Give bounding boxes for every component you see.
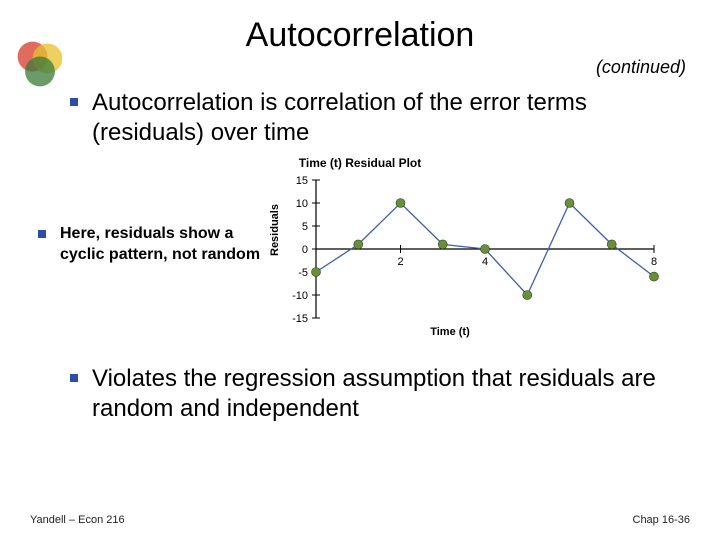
bullet-side: Here, residuals show a cyclic pattern, n… [38,224,268,266]
footer: Yandell – Econ 216 Chap 16-36 [0,514,720,526]
bullet-main: Autocorrelation is correlation of the er… [70,88,680,148]
svg-text:10: 10 [296,198,308,210]
bullet-icon [70,98,78,106]
residual-plot: -15 -10 -5 0 5 10 15 2 4 8 [282,174,662,324]
svg-text:0: 0 [302,244,308,256]
mid-row: Here, residuals show a cyclic pattern, n… [30,174,690,324]
svg-text:2: 2 [397,256,403,268]
bullet-main-text: Autocorrelation is correlation of the er… [92,88,680,148]
bullet-icon [70,374,78,382]
bullet-side-text: Here, residuals show a cyclic pattern, n… [60,224,268,266]
page-title: Autocorrelation [30,16,690,55]
svg-text:-15: -15 [292,313,308,324]
bullet-icon [38,230,46,238]
svg-text:8: 8 [651,256,657,268]
y-axis-label: Residuals [269,242,281,256]
x-axis-label: Time (t) [260,326,640,338]
slide: Autocorrelation (continued) Autocorrelat… [0,0,720,540]
svg-text:4: 4 [482,256,488,268]
bullet-conclusion: Violates the regression assumption that … [70,364,680,424]
continued-label: (continued) [30,57,686,78]
svg-text:-10: -10 [292,290,308,302]
footer-right: Chap 16-36 [633,514,691,526]
logo-icon [12,36,68,92]
chart-title: Time (t) Residual Plot [30,156,690,170]
chart-wrap: Residuals -15 -10 -5 0 5 10 15 2 4 8 [268,174,690,324]
svg-text:15: 15 [296,175,308,187]
svg-text:-5: -5 [298,267,308,279]
footer-left: Yandell – Econ 216 [30,514,125,526]
svg-text:5: 5 [302,221,308,233]
bullet-conclusion-text: Violates the regression assumption that … [92,364,680,424]
